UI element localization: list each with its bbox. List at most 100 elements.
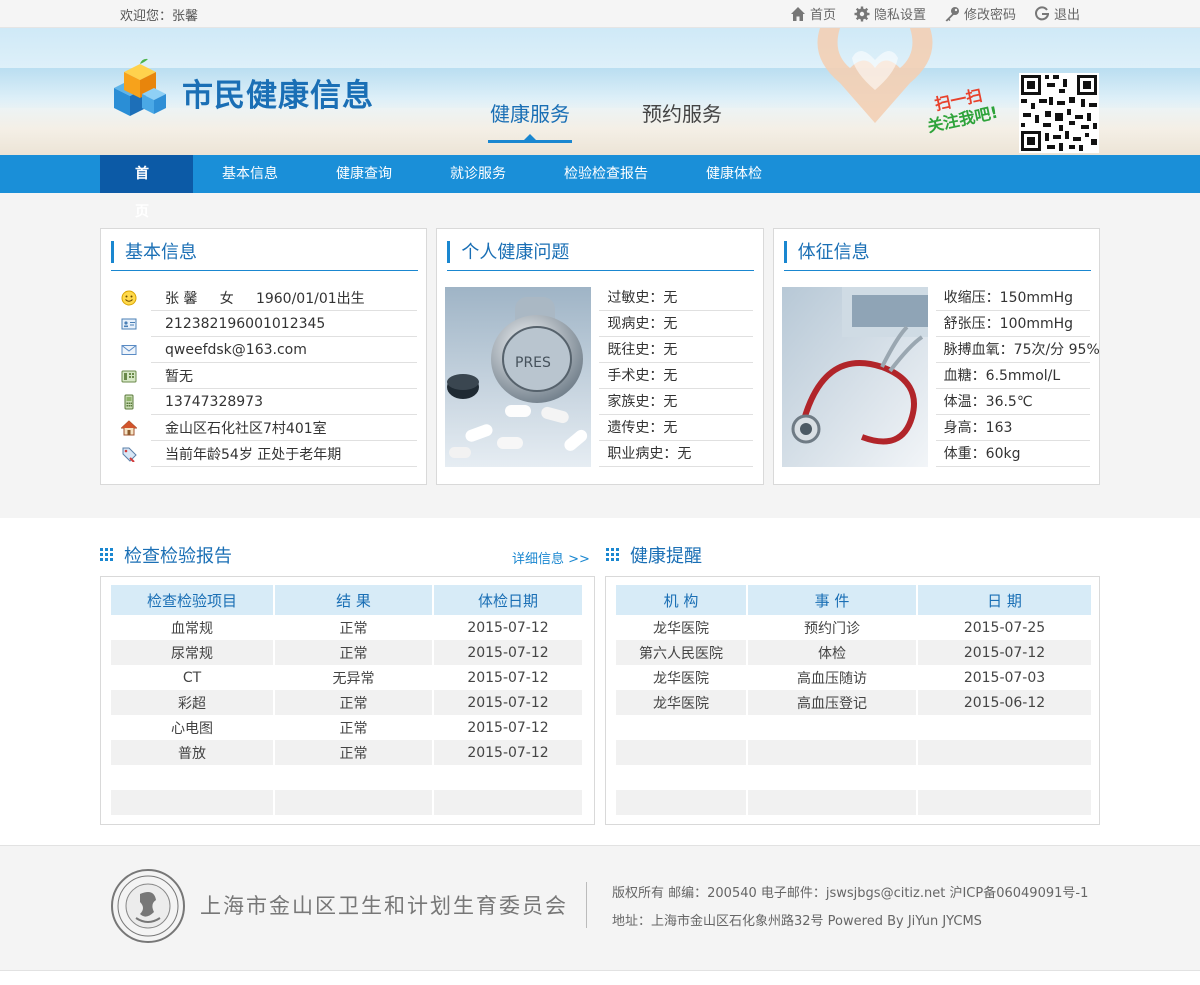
qr-code-image xyxy=(1019,73,1099,153)
basic-info-title: 基本信息 xyxy=(111,241,418,271)
logout-link[interactable]: 退出 xyxy=(1034,4,1080,23)
privacy-settings-label: 隐私设置 xyxy=(873,8,926,23)
more-details-link[interactable]: 详细信息 >> xyxy=(512,548,590,567)
reminders-table: 机 构 事 件 日 期 龙华医院 预约门诊 2015-07-25 第六人民医院 体检 2… xyxy=(614,585,1093,815)
cell-date: 2015-07-12 xyxy=(467,669,549,686)
cell-result: 正常 xyxy=(339,720,368,737)
vital-signs-card: 体征信息 收缩压：150mmHg 舒张压：100mmHg 脉搏血氧：75次/分 … xyxy=(772,228,1100,485)
org-name: 上海市金山区卫生和计划生育委员会 xyxy=(200,894,568,918)
summary-section: 基本信息 张 馨 女 1960/01/01出生 2123821960010123… xyxy=(0,193,1200,518)
col-header-org: 机 构 xyxy=(616,585,746,615)
table-row xyxy=(616,715,1091,740)
nav-health-checkup[interactable]: 健康体检 xyxy=(677,155,791,193)
cell-date xyxy=(918,765,1091,790)
cell-item: 彩超 xyxy=(111,690,273,715)
vital-sign-row: 体温：36.5℃ xyxy=(935,389,1090,415)
cell-result: 正常 xyxy=(275,690,432,715)
nav-health-query[interactable]: 健康查询 xyxy=(307,155,421,193)
footer-divider xyxy=(586,882,587,928)
info-text-age: 当前年龄54岁 正处于老年期 xyxy=(165,446,342,463)
reminders-header: 健康提醒 xyxy=(606,542,702,568)
health-problem-row: 手术史：无 xyxy=(599,363,754,389)
cell-event: 高血压登记 xyxy=(748,690,916,715)
tab-appointment-service[interactable]: 预约服务 xyxy=(642,98,722,143)
cell-date: 2015-07-12 xyxy=(467,619,549,636)
info-row-name: 张 馨 女 1960/01/01出生 xyxy=(121,285,417,311)
grid-dots-icon xyxy=(606,548,619,561)
cell-org xyxy=(616,765,746,790)
cell-date xyxy=(918,715,1091,740)
cell-date: 2015-06-12 xyxy=(918,690,1091,715)
cell-item: 尿常规 xyxy=(111,640,273,665)
health-problem-row: 现病史：无 xyxy=(599,311,754,337)
change-password-label: 修改密码 xyxy=(963,8,1016,23)
tag-icon xyxy=(122,447,137,462)
cell-event: 体检 xyxy=(748,640,916,665)
cell-date: 2015-07-12 xyxy=(434,740,582,765)
cell-org xyxy=(616,740,746,765)
smiley-icon xyxy=(121,290,137,306)
info-text-email: qweefdsk@163.com xyxy=(165,341,307,358)
table-row xyxy=(616,740,1091,765)
table-row: 心电图 正常 2015-07-12 xyxy=(111,715,582,740)
cell-date xyxy=(918,740,1091,765)
reminders-table-box: 机 构 事 件 日 期 龙华医院 预约门诊 2015-07-25 第六人民医院 体检 2… xyxy=(605,576,1100,825)
nav-basic-info[interactable]: 基本信息 xyxy=(193,155,307,193)
health-problems-title: 个人健康问题 xyxy=(447,241,755,271)
cell-date xyxy=(434,765,582,790)
info-row-id: 212382196001012345 xyxy=(121,311,417,337)
exam-reports-table-box: 检查检验项目 结 果 体检日期 血常规 正常 2015-07-12 尿常规 正常 201… xyxy=(100,576,595,825)
cell-event: 高血压随访 xyxy=(797,670,867,687)
cell-result: 正常 xyxy=(275,740,432,765)
exam-reports-table: 检查检验项目 结 果 体检日期 血常规 正常 2015-07-12 尿常规 正常 201… xyxy=(109,585,584,815)
mobile-icon xyxy=(124,394,134,410)
cell-date xyxy=(918,790,1091,815)
info-row-mobile: 13747328973 xyxy=(124,389,417,415)
house-icon xyxy=(121,420,137,436)
info-text-phone: 暂无 xyxy=(165,368,193,385)
cell-event xyxy=(748,790,916,815)
home-link-label: 首页 xyxy=(809,8,836,23)
table-row xyxy=(616,790,1091,815)
privacy-settings-link[interactable]: 隐私设置 xyxy=(854,4,926,23)
nav-medical-service[interactable]: 就诊服务 xyxy=(421,155,535,193)
col-header-date: 体检日期 xyxy=(434,585,582,615)
cell-org: 龙华医院 xyxy=(653,620,709,637)
vital-signs-title: 体征信息 xyxy=(783,241,1091,271)
cell-item xyxy=(111,790,273,815)
cell-item xyxy=(111,765,273,790)
col-header-date: 日 期 xyxy=(918,585,1091,615)
tab-health-service[interactable]: 健康服务 xyxy=(488,98,572,143)
cell-date: 2015-07-12 xyxy=(467,719,549,736)
cell-item: 普放 xyxy=(111,740,273,765)
table-row: CT 无异常 2015-07-12 xyxy=(111,665,582,690)
cell-date xyxy=(434,790,582,815)
info-row-phone: 暂无 xyxy=(121,363,417,389)
nav-home[interactable]: 首 页 xyxy=(100,155,193,220)
change-password-link[interactable]: 修改密码 xyxy=(944,4,1016,23)
cell-date: 2015-07-12 xyxy=(918,640,1091,665)
grid-dots-icon xyxy=(100,548,113,561)
health-problem-row: 家族史：无 xyxy=(599,389,754,415)
info-text-name: 张 馨 女 1960/01/01出生 xyxy=(165,290,365,307)
health-problem-row: 既往史：无 xyxy=(599,337,754,363)
lower-section: 检查检验报告 详细信息 >> 检查检验项目 结 果 体检日期 血常规 正常 2015… xyxy=(100,518,1100,845)
cell-event xyxy=(748,765,916,790)
logout-icon xyxy=(1035,5,1049,20)
nav-lab-reports[interactable]: 检验检查报告 xyxy=(535,155,677,193)
cell-item: 血常规 xyxy=(171,620,213,637)
id-card-icon xyxy=(121,318,137,330)
logo-icon xyxy=(114,58,166,116)
vital-sign-row: 身高：163 xyxy=(935,415,1090,441)
cell-result: 无异常 xyxy=(332,670,375,687)
site-title: 市民健康信息 xyxy=(182,78,374,114)
home-link[interactable]: 首页 xyxy=(790,4,836,23)
cell-date: 2015-07-03 xyxy=(963,669,1046,686)
vital-sign-row: 血糖：6.5mmol/L xyxy=(935,363,1090,389)
col-header-result: 结 果 xyxy=(275,585,432,615)
phone-icon xyxy=(121,370,137,383)
cell-org xyxy=(616,715,746,740)
table-row: 普放 正常 2015-07-12 xyxy=(111,740,582,765)
health-problem-row: 遗传史：无 xyxy=(599,415,754,441)
pills-stamp-image: PRES xyxy=(445,287,592,467)
